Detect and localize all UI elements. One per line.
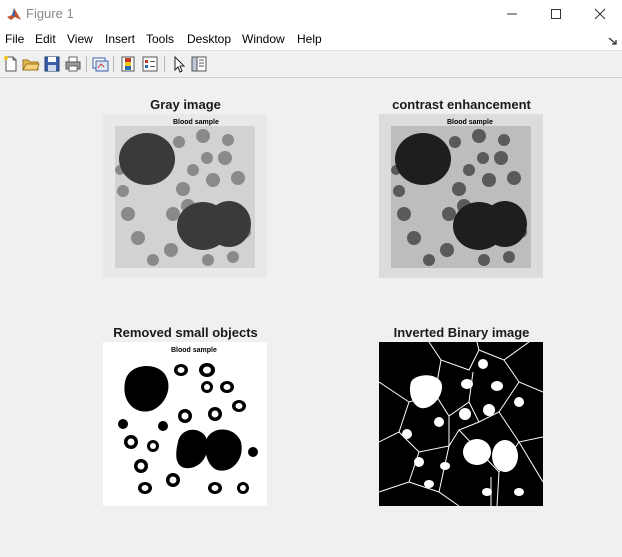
close-button[interactable] — [578, 0, 622, 28]
menu-help[interactable]: Help — [297, 32, 322, 46]
contrast-image: Blood sample — [379, 114, 543, 278]
new-figure-icon[interactable] — [2, 55, 20, 73]
link-plot-icon[interactable] — [91, 55, 109, 73]
menu-edit[interactable]: Edit — [35, 32, 56, 46]
menu-tools[interactable]: Tools — [146, 32, 174, 46]
property-inspector-icon[interactable] — [190, 55, 208, 73]
toolbar — [0, 51, 622, 78]
subplot-title-contrast: contrast enhancement — [392, 97, 531, 112]
inner-label-removed: Blood sample — [171, 347, 217, 354]
subplot-title-inverted: Inverted Binary image — [393, 325, 530, 340]
gray-image: Blood sample — [103, 114, 267, 278]
insert-legend-icon[interactable] — [141, 55, 159, 73]
menu-bar: File Edit View Insert Tools Desktop Wind… — [0, 28, 622, 51]
subplot-title-gray: Gray image — [150, 97, 221, 112]
minimize-button[interactable] — [490, 0, 534, 28]
menu-desktop[interactable]: Desktop — [187, 32, 231, 46]
menu-window[interactable]: Window — [242, 32, 285, 46]
window-title: Figure 1 — [26, 6, 74, 21]
insert-colorbar-icon[interactable] — [119, 55, 137, 73]
toolbar-separator — [164, 56, 165, 72]
close-icon — [594, 8, 606, 20]
inverted-binary-image — [378, 341, 544, 507]
title-bar[interactable]: Figure 1 — [0, 0, 622, 28]
maximize-icon — [551, 9, 561, 19]
menu-insert[interactable]: Insert — [105, 32, 135, 46]
toolbar-separator — [113, 56, 114, 72]
menu-file[interactable]: File — [5, 32, 24, 46]
menu-view[interactable]: View — [67, 32, 93, 46]
minimize-icon — [507, 13, 517, 15]
print-icon[interactable] — [64, 55, 82, 73]
toolbar-separator — [86, 56, 87, 72]
matlab-logo-icon — [6, 6, 22, 22]
inner-label-contrast: Blood sample — [447, 119, 493, 126]
edit-plot-icon[interactable] — [170, 55, 188, 73]
subplot-title-removed: Removed small objects — [113, 325, 258, 340]
removed-objects-image: Blood sample — [103, 342, 267, 506]
maximize-button[interactable] — [534, 0, 578, 28]
save-icon[interactable] — [43, 55, 61, 73]
undock-arrow-icon[interactable] — [608, 33, 618, 51]
inner-label-gray: Blood sample — [173, 119, 219, 126]
open-file-icon[interactable] — [22, 55, 40, 73]
